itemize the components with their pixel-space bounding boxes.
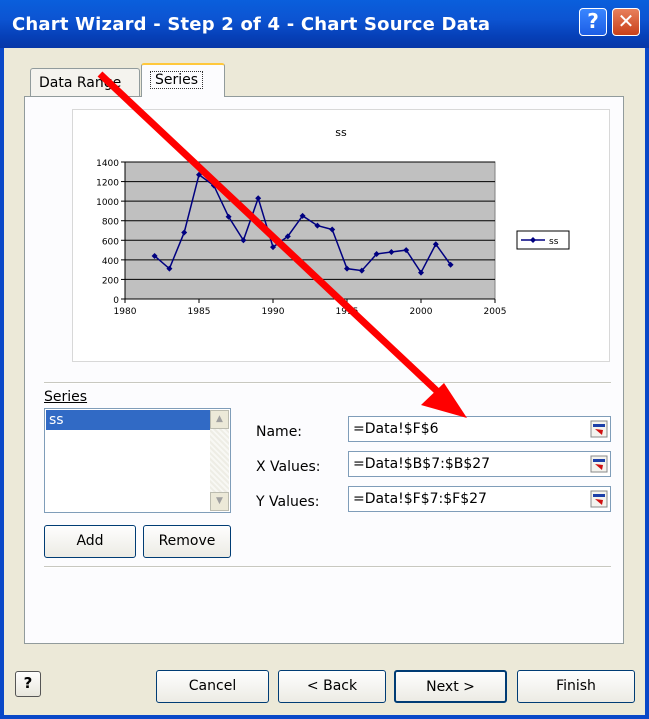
scroll-down-icon[interactable]: ▼ xyxy=(210,492,229,511)
y-tick-label: 400 xyxy=(102,257,119,267)
separator-bottom xyxy=(44,566,611,568)
y-values-value: =Data!$F$7:$F$27 xyxy=(353,491,487,507)
help-button[interactable]: ? xyxy=(15,671,41,697)
y-tick-label: 200 xyxy=(102,276,119,286)
y-tick-label: 1400 xyxy=(96,159,119,169)
remove-button[interactable]: Remove xyxy=(143,525,231,558)
name-value: =Data!$F$6 xyxy=(353,421,439,437)
y-tick-label: 1000 xyxy=(96,198,119,208)
legend: ss xyxy=(516,230,570,250)
x-tick-label: 1980 xyxy=(114,307,137,317)
y-tick-label: 800 xyxy=(102,218,119,228)
y-tick-label: 1200 xyxy=(96,179,119,189)
next-button[interactable]: Next > xyxy=(394,670,507,703)
x-tick-label: 1990 xyxy=(262,307,285,317)
y-values-label: Y Values: xyxy=(256,494,320,510)
help-icon[interactable]: ? xyxy=(579,8,607,36)
tab-series[interactable]: Series xyxy=(141,63,225,97)
chart-svg: ss 0 200 400 600 800 1000 1200 1400 1980 1985 199… xyxy=(96,126,570,317)
y-tick-label: 600 xyxy=(102,237,119,247)
window-frame-bottom xyxy=(0,715,649,719)
collapse-dialog-icon[interactable] xyxy=(590,420,608,438)
plot-area xyxy=(124,161,496,300)
tab-data-range[interactable]: Data Range xyxy=(30,68,140,96)
back-button[interactable]: < Back xyxy=(278,670,386,703)
chart-title: ss xyxy=(335,126,347,139)
separator-top xyxy=(44,382,611,384)
list-item[interactable]: ss xyxy=(46,410,212,430)
x-values-value: =Data!$B$7:$B$27 xyxy=(353,456,491,472)
series-label: Series xyxy=(44,389,88,405)
name-label: Name: xyxy=(256,424,303,440)
close-icon[interactable]: ✕ xyxy=(612,8,640,36)
tab-series-label: Series xyxy=(150,71,204,89)
name-field[interactable]: =Data!$F$6 xyxy=(348,416,611,442)
title-bar[interactable]: Chart Wizard - Step 2 of 4 - Chart Sourc… xyxy=(0,0,649,48)
legend-entry: ss xyxy=(549,237,559,247)
x-values-field[interactable]: =Data!$B$7:$B$27 xyxy=(348,451,611,477)
y-values-field[interactable]: =Data!$F$7:$F$27 xyxy=(348,486,611,512)
x-tick-label: 2005 xyxy=(484,307,507,317)
window-title: Chart Wizard - Step 2 of 4 - Chart Sourc… xyxy=(12,14,491,35)
cancel-button[interactable]: Cancel xyxy=(156,670,269,703)
window-frame-right xyxy=(645,48,649,719)
window-frame-left xyxy=(0,48,4,719)
chart-preview: ss 0 200 400 600 800 1000 1200 1400 1980 1985 199… xyxy=(72,109,610,362)
series-listbox[interactable]: ss ▲ ▼ xyxy=(44,408,231,513)
listbox-scrollbar[interactable]: ▲ ▼ xyxy=(210,410,229,511)
finish-button[interactable]: Finish xyxy=(517,670,635,703)
add-button[interactable]: Add xyxy=(44,525,136,558)
y-tick-label: 0 xyxy=(113,296,119,306)
collapse-dialog-icon[interactable] xyxy=(590,455,608,473)
scroll-up-icon[interactable]: ▲ xyxy=(210,410,229,429)
x-values-label: X Values: xyxy=(256,459,321,475)
collapse-dialog-icon[interactable] xyxy=(590,490,608,508)
x-tick-label: 1995 xyxy=(336,307,359,317)
x-tick-label: 1985 xyxy=(188,307,211,317)
x-tick-label: 2000 xyxy=(410,307,433,317)
